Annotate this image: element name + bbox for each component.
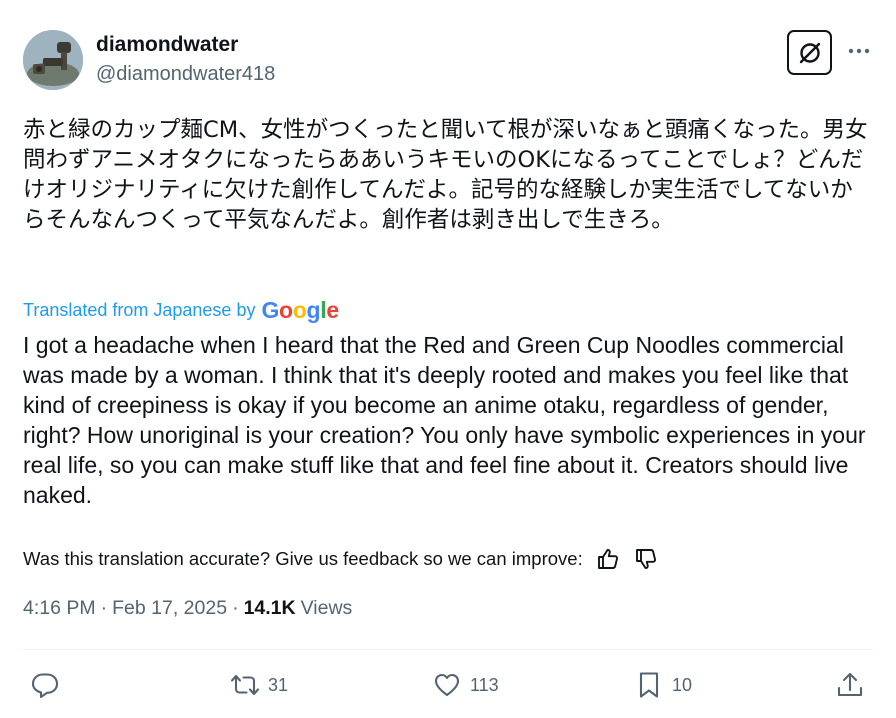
meta-separator: · — [232, 597, 239, 619]
display-name[interactable]: diamondwater — [96, 33, 238, 57]
meta-separator: · — [100, 597, 108, 619]
post-original-text: 赤と緑のカップ麺CM、女性がつくったと聞いて根が深いなぁと頭痛くなった。男女問わ… — [23, 117, 868, 233]
views-label: Views — [300, 597, 353, 619]
post-date[interactable]: Feb 17, 2025 — [112, 597, 227, 620]
translation-attribution: Translated from Japanese by Google — [23, 296, 339, 324]
reply-button[interactable] — [30, 668, 68, 702]
views-count: 14.1K — [243, 597, 296, 619]
google-logo: Google — [261, 296, 339, 323]
bookmark-count: 10 — [672, 674, 693, 695]
repost-count: 31 — [268, 674, 289, 695]
like-count: 113 — [470, 674, 499, 695]
grok-icon — [799, 42, 820, 63]
user-handle[interactable]: @diamondwater418 — [96, 63, 275, 86]
avatar[interactable] — [23, 30, 83, 90]
post-meta: 4:16 PM · Feb 17, 2025 · 14.1K Views — [23, 597, 352, 620]
post-time[interactable]: 4:16 PM — [23, 597, 96, 620]
thumbs-down-icon[interactable] — [633, 546, 659, 572]
share-button[interactable] — [835, 668, 865, 702]
repost-icon — [230, 674, 260, 696]
more-icon[interactable] — [846, 40, 872, 62]
feedback-prompt: Was this translation accurate? Give us f… — [23, 548, 583, 569]
share-icon — [837, 672, 863, 697]
reply-icon — [31, 673, 59, 699]
translated-from-label[interactable]: Translated from Japanese by — [23, 300, 255, 321]
grok-button[interactable] — [787, 30, 832, 75]
bookmark-icon — [639, 672, 659, 698]
translation-feedback: Was this translation accurate? Give us f… — [23, 546, 659, 572]
post-translated-text: I got a headache when I heard that the R… — [23, 332, 866, 508]
like-icon — [434, 673, 460, 697]
divider — [23, 649, 873, 650]
bookmark-button[interactable]: 10 — [634, 668, 692, 702]
repost-button[interactable]: 31 — [230, 668, 288, 702]
like-button[interactable]: 113 — [432, 668, 499, 702]
thumbs-up-icon[interactable] — [595, 546, 621, 572]
